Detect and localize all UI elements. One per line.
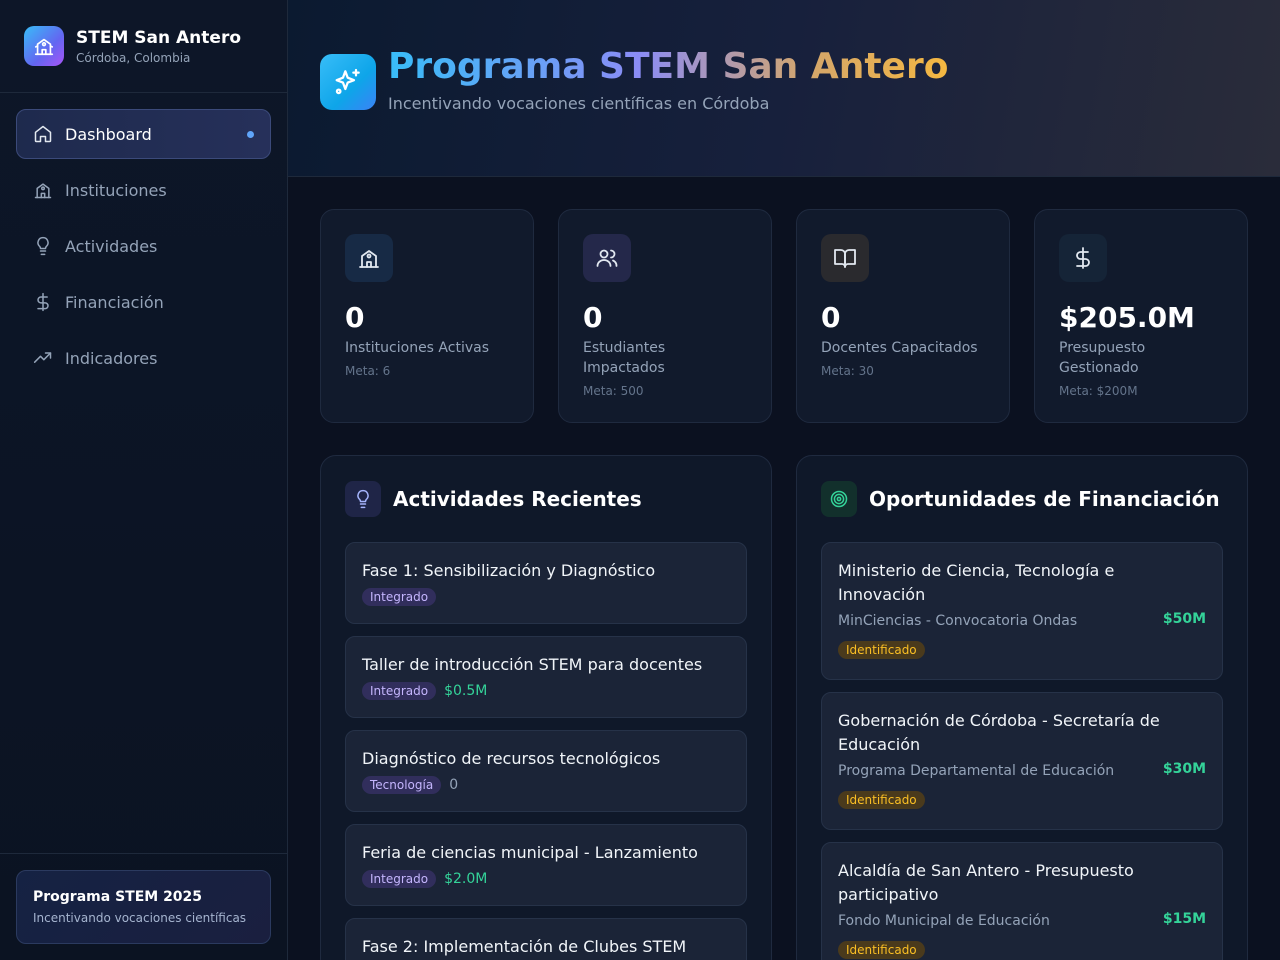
status-badge: Identificado: [838, 641, 925, 659]
funding-source: MinCiencias - Convocatoria Ondas: [838, 613, 1078, 629]
home-icon: [33, 124, 53, 144]
dollar-icon: [33, 292, 53, 312]
page-header: Programa STEM San Antero Incentivando vo…: [288, 0, 1280, 177]
funding-source: Programa Departamental de Educación: [838, 763, 1115, 779]
book-icon: [821, 234, 869, 282]
activity-item[interactable]: Taller de introducción STEM para docente…: [345, 636, 747, 718]
sidebar-item-dashboard[interactable]: Dashboard: [16, 109, 271, 159]
activity-tag: Integrado: [362, 682, 437, 700]
school-icon: [24, 26, 64, 66]
lightbulb-icon: [33, 236, 53, 256]
stat-card-presupuesto: $205.0M Presupuesto Gestionado Meta: $20…: [1034, 209, 1248, 423]
stat-card-estudiantes: 0 Estudiantes Impactados Meta: 500: [558, 209, 772, 423]
stat-label: Instituciones Activas: [345, 340, 489, 356]
activity-item[interactable]: Fase 1: Sensibilización y Diagnóstico In…: [345, 542, 747, 624]
activity-title: Taller de introducción STEM para docente…: [362, 655, 703, 674]
activity-tag: Tecnología: [362, 776, 442, 794]
school-icon: [345, 234, 393, 282]
trending-up-icon: [33, 348, 53, 368]
users-icon: [583, 234, 631, 282]
brand: STEM San Antero Córdoba, Colombia: [0, 0, 287, 93]
funding-title: Ministerio de Ciencia, Tecnología e Inno…: [838, 561, 1115, 604]
activity-title: Diagnóstico de recursos tecnológicos: [362, 749, 661, 768]
lightbulb-icon: [345, 481, 381, 517]
stat-meta: Meta: 30: [821, 364, 874, 378]
dollar-icon: [1059, 234, 1107, 282]
activity-amount: 0: [449, 777, 459, 793]
funding-title: Alcaldía de San Antero - Presupuesto par…: [838, 861, 1134, 904]
sparkles-icon: [320, 54, 376, 110]
funding-source: Fondo Municipal de Educación: [838, 913, 1050, 929]
activity-tag: Integrado: [362, 870, 437, 888]
sidebar-item-indicadores[interactable]: Indicadores: [16, 333, 271, 383]
stat-card-instituciones: 0 Instituciones Activas Meta: 6: [320, 209, 534, 423]
stat-value: 0: [583, 301, 603, 334]
stat-card-docentes: 0 Docentes Capacitados Meta: 30: [796, 209, 1010, 423]
status-badge: Identificado: [838, 941, 925, 959]
panel-title: Oportunidades de Financiación: [869, 487, 1220, 511]
stat-label: Docentes Capacitados: [821, 340, 978, 356]
activity-amount: $2.0M: [444, 871, 488, 887]
funding-title: Gobernación de Córdoba - Secretaría de E…: [838, 711, 1160, 754]
school-icon: [33, 180, 53, 200]
funding-amount: $15M: [1162, 911, 1206, 927]
status-badge: Identificado: [838, 791, 925, 809]
activity-item[interactable]: Diagnóstico de recursos tecnológicos Tec…: [345, 730, 747, 812]
funding-amount: $30M: [1162, 761, 1206, 777]
promo-title: Programa STEM 2025: [33, 889, 203, 905]
promo-subtitle: Incentivando vocaciones científicas: [33, 911, 247, 925]
funding-amount: $50M: [1162, 611, 1206, 627]
sidebar-item-label: Instituciones: [65, 180, 167, 200]
activity-title: Fase 2: Implementación de Clubes STEM: [362, 937, 687, 956]
active-indicator: [247, 131, 254, 138]
sidebar-nav: Dashboard Instituciones Actividades Fina…: [0, 93, 287, 383]
brand-subtitle: Córdoba, Colombia: [76, 50, 191, 65]
sidebar-item-label: Indicadores: [65, 348, 158, 368]
funding-panel: Oportunidades de Financiación Ministerio…: [796, 455, 1248, 960]
funding-item[interactable]: Ministerio de Ciencia, Tecnología e Inno…: [821, 542, 1223, 680]
stat-label: Presupuesto Gestionado: [1059, 340, 1146, 376]
sidebar-item-label: Dashboard: [65, 124, 152, 144]
funding-item[interactable]: Alcaldía de San Antero - Presupuesto par…: [821, 842, 1223, 960]
stat-meta: Meta: 500: [583, 384, 644, 398]
target-icon: [821, 481, 857, 517]
brand-title: STEM San Antero: [76, 27, 242, 48]
promo-section: Programa STEM 2025 Incentivando vocacion…: [0, 853, 287, 960]
stat-meta: Meta: 6: [345, 364, 391, 378]
activity-item[interactable]: Feria de ciencias municipal - Lanzamient…: [345, 824, 747, 906]
activity-title: Feria de ciencias municipal - Lanzamient…: [362, 843, 698, 862]
panel-title: Actividades Recientes: [393, 487, 642, 511]
sidebar-item-label: Financiación: [65, 292, 164, 312]
funding-item[interactable]: Gobernación de Córdoba - Secretaría de E…: [821, 692, 1223, 830]
activity-amount: $0.5M: [444, 683, 488, 699]
sidebar: STEM San Antero Córdoba, Colombia Dashbo…: [0, 0, 288, 960]
sidebar-item-actividades[interactable]: Actividades: [16, 221, 271, 271]
stat-value: 0: [821, 301, 841, 334]
page-title: Programa STEM San Antero: [388, 44, 948, 90]
sidebar-item-instituciones[interactable]: Instituciones: [16, 165, 271, 215]
activity-title: Fase 1: Sensibilización y Diagnóstico: [362, 561, 656, 580]
activity-tag: Integrado: [362, 588, 437, 606]
page-subtitle: Incentivando vocaciones científicas en C…: [388, 94, 770, 113]
activities-panel: Actividades Recientes Fase 1: Sensibiliz…: [320, 455, 772, 960]
sidebar-item-financiacion[interactable]: Financiación: [16, 277, 271, 327]
stat-label: Estudiantes Impactados: [583, 340, 666, 376]
stat-value: 0: [345, 301, 365, 334]
sidebar-item-label: Actividades: [65, 236, 158, 256]
activity-item[interactable]: Fase 2: Implementación de Clubes STEM: [345, 918, 747, 960]
stat-value: $205.0M: [1059, 301, 1195, 334]
stat-meta: Meta: $200M: [1059, 384, 1138, 398]
promo-card: Programa STEM 2025 Incentivando vocacion…: [16, 870, 271, 944]
